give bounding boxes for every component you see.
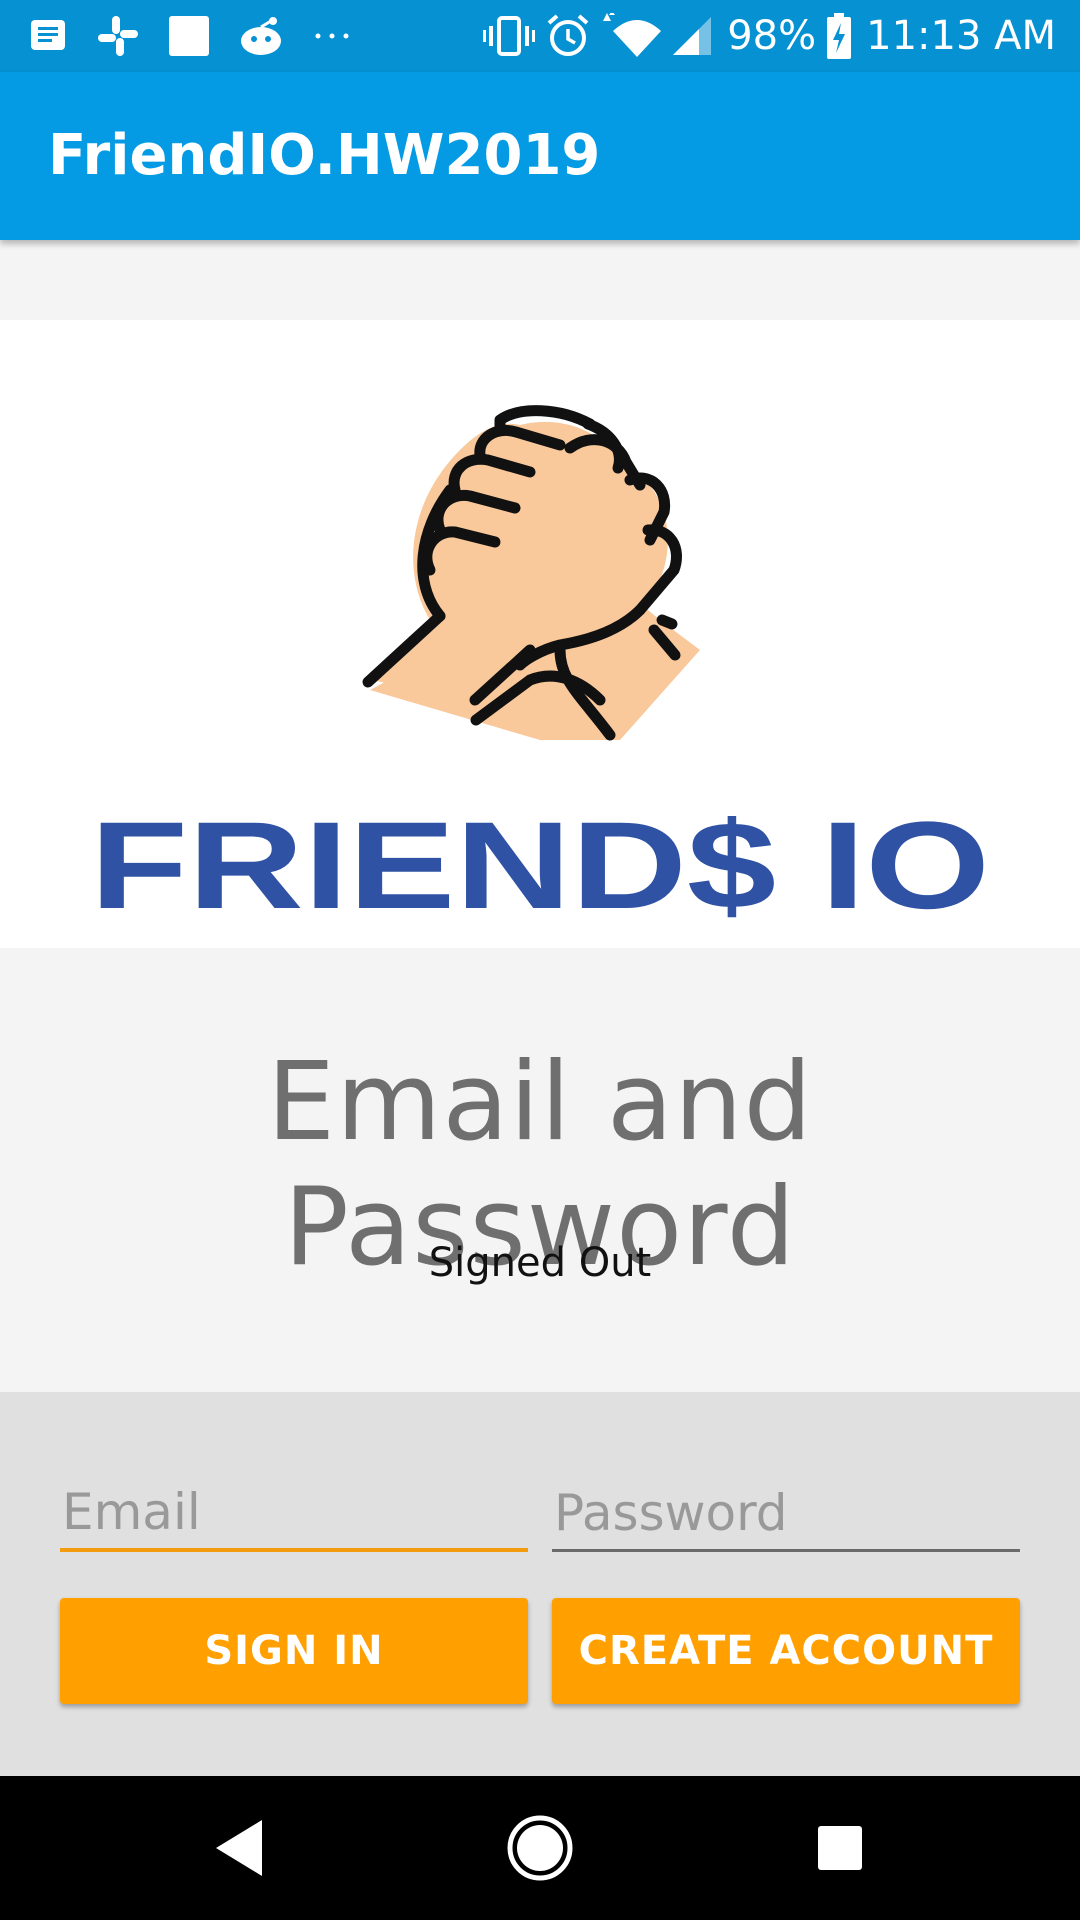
battery-percent: 98%	[727, 13, 817, 59]
message-icon	[31, 20, 65, 50]
auth-status-label: Signed Out	[428, 1240, 652, 1286]
app-bar: FriendIO.HW2019	[0, 72, 1080, 240]
create-account-button[interactable]: CREATE ACCOUNT	[552, 1598, 1020, 1704]
wifi-icon	[603, 13, 662, 57]
notification-icons	[28, 14, 380, 58]
back-icon	[216, 1820, 262, 1876]
app-title: FriendIO.HW2019	[48, 123, 601, 188]
more-dots-icon	[315, 33, 349, 39]
alarm-icon	[547, 14, 589, 56]
back-button[interactable]	[160, 1776, 320, 1920]
recents-icon	[818, 1826, 862, 1870]
home-button[interactable]	[460, 1776, 620, 1920]
logo-wordmark-text: FRIEND$ IO	[90, 797, 990, 930]
battery-charging-icon	[827, 13, 852, 59]
home-icon	[507, 1815, 573, 1881]
recents-button[interactable]	[760, 1776, 920, 1920]
sign-in-button[interactable]: SIGN IN	[60, 1598, 528, 1704]
login-form: SIGN IN CREATE ACCOUNT	[0, 1392, 1080, 1776]
password-field[interactable]	[552, 1482, 1020, 1552]
email-field[interactable]	[60, 1482, 528, 1552]
reddit-icon	[241, 17, 281, 55]
handshake-icon	[362, 405, 700, 741]
logo-image: FRIEND$ IO	[0, 320, 1080, 948]
clock: 11:13 AM	[866, 13, 1056, 59]
navigation-bar	[0, 1776, 1080, 1920]
signal-icon	[673, 17, 712, 55]
vibrate-icon	[483, 16, 536, 56]
square-app-icon	[169, 16, 209, 56]
logo-wordmark: FRIEND$ IO	[90, 797, 990, 930]
slack-icon	[98, 16, 138, 56]
system-icons: 98% 11:13 AM	[473, 13, 1056, 59]
status-bar: 98% 11:13 AM	[0, 0, 1080, 72]
